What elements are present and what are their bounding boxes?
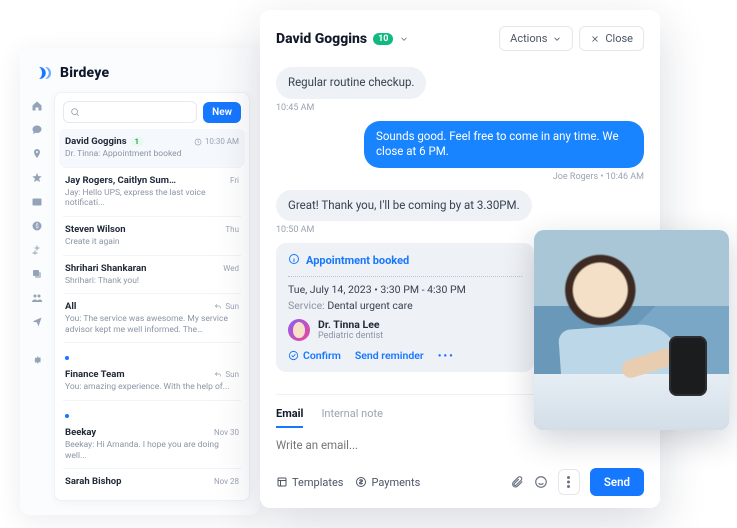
emoji-icon[interactable] xyxy=(534,475,548,489)
thread-meta: Sun xyxy=(214,370,239,379)
thread-item[interactable]: Finance Team Sun You: amazing experience… xyxy=(63,342,241,400)
service-value: Dental urgent care xyxy=(327,299,412,312)
appointment-title: Appointment booked xyxy=(306,254,409,267)
thread-item[interactable]: Steven Wilson Thu Create it again xyxy=(63,216,241,255)
thread-meta: Nov 30 xyxy=(214,428,239,437)
thread-item[interactable]: Sarah Bishop Nov 28 xyxy=(63,468,241,496)
nav-pin-icon[interactable] xyxy=(31,148,43,160)
doctor-avatar xyxy=(288,319,310,341)
tab-internal-note[interactable]: Internal note xyxy=(321,401,382,428)
chat-header: David Goggins 10 Actions Close xyxy=(276,26,644,51)
compose-more-icon[interactable] xyxy=(558,469,580,495)
more-icon[interactable]: ••• xyxy=(438,349,455,362)
tab-email[interactable]: Email xyxy=(276,401,303,428)
thread-name: Jay Rogers, Caitlyn Summer xyxy=(65,175,180,186)
thread-name: Beekay xyxy=(65,427,96,438)
info-icon xyxy=(288,253,300,268)
thread-preview: Dr. Tinna: Appointment booked xyxy=(65,149,239,160)
thread-meta: Wed xyxy=(223,264,239,273)
actions-label: Actions xyxy=(510,32,547,45)
thread-meta: 10:30 AM xyxy=(194,137,239,146)
message-in: Great! Thank you, I'll be coming by at 3… xyxy=(276,190,532,222)
close-button[interactable]: Close xyxy=(579,26,644,51)
chevron-down-icon[interactable] xyxy=(399,29,409,48)
hero-photo xyxy=(534,230,729,430)
compose-input[interactable] xyxy=(276,428,644,468)
service-label: Service: xyxy=(288,299,325,312)
thread-item[interactable]: Shrihari Shankaran Wed Shrihari: Thank y… xyxy=(63,255,241,294)
thread-meta: Nov 28 xyxy=(214,477,239,486)
nav-send-icon[interactable] xyxy=(31,316,43,328)
nav-copy-icon[interactable] xyxy=(31,268,43,280)
thread-name: David Goggins1 xyxy=(65,136,143,147)
nav-home-icon[interactable] xyxy=(31,100,43,112)
thread-preview: Beekay: Hi Amanda. I hope you are doing … xyxy=(65,440,239,461)
thread-name: Shrihari Shankaran xyxy=(65,263,146,274)
thread-name: Finance Team xyxy=(65,369,125,380)
thread-meta: Thu xyxy=(225,225,239,234)
search-input[interactable] xyxy=(63,101,197,123)
doctor-name: Dr. Tinna Lee xyxy=(318,318,383,331)
new-button[interactable]: New xyxy=(203,102,241,123)
inbox-panel: Birdeye $ New David Goggins1 xyxy=(20,48,260,515)
message-meta: Joe Rogers • 10:46 AM xyxy=(276,172,644,182)
appointment-card: Appointment booked Tue, July 14, 2023 • … xyxy=(276,243,534,372)
thread-item[interactable]: David Goggins1 10:30 AM Dr. Tinna: Appoi… xyxy=(59,129,245,167)
payments-button[interactable]: Payments xyxy=(355,476,420,489)
nav-settings-icon[interactable] xyxy=(31,354,43,366)
nav-inbox-icon[interactable] xyxy=(31,196,43,208)
brand: Birdeye xyxy=(20,62,260,92)
confirm-action[interactable]: Confirm xyxy=(288,349,341,362)
nav-money-icon[interactable]: $ xyxy=(31,220,43,232)
thread-item[interactable]: Jay Rogers, Caitlyn Summer Fri Jay: Hell… xyxy=(63,167,241,216)
send-button[interactable]: Send xyxy=(590,468,644,496)
nav-star-icon[interactable] xyxy=(31,172,43,184)
appointment-when: Tue, July 14, 2023 • 3:30 PM - 4:30 PM xyxy=(288,283,522,296)
thread-name: Sarah Bishop xyxy=(65,476,122,487)
brand-name: Birdeye xyxy=(60,65,109,81)
thread-preview: Shrihari: Thank you! xyxy=(65,276,239,287)
thread-name: All xyxy=(65,301,76,312)
message-in: Regular routine checkup. xyxy=(276,67,426,99)
thread-preview: Create it again xyxy=(65,237,239,248)
nav-messages-icon[interactable] xyxy=(31,124,43,136)
brand-logo-icon xyxy=(36,64,54,82)
thread-meta: Fri xyxy=(230,176,239,185)
thread-meta: Sun xyxy=(214,302,239,311)
divider xyxy=(288,276,522,277)
thread-name: Steven Wilson xyxy=(65,224,126,235)
templates-button[interactable]: Templates xyxy=(276,476,343,489)
attachment-icon[interactable] xyxy=(510,475,524,489)
thread-preview: You: amazing experience. With the help o… xyxy=(65,382,239,393)
nav-integrations-icon[interactable] xyxy=(31,244,43,256)
thread-preview: Jay: Hello UPS, express the last voice n… xyxy=(65,188,239,209)
message-out: Sounds good. Feel free to come in any ti… xyxy=(364,121,644,168)
close-label: Close xyxy=(605,32,633,45)
send-reminder-action[interactable]: Send reminder xyxy=(355,349,424,362)
thread-item[interactable]: Beekay Nov 30 Beekay: Hi Amanda. I hope … xyxy=(63,400,241,468)
doctor-role: Pediatric dentist xyxy=(318,331,383,341)
contact-badge: 10 xyxy=(373,33,393,45)
actions-button[interactable]: Actions xyxy=(499,26,573,51)
nav-contacts-icon[interactable] xyxy=(31,292,43,304)
nav-rail: $ xyxy=(20,92,54,501)
thread-item[interactable]: All Sun You: The service was awesome. My… xyxy=(63,293,241,342)
contact-name: David Goggins xyxy=(276,31,367,47)
timestamp: 10:45 AM xyxy=(276,103,644,113)
inbox-list: New David Goggins1 10:30 AM Dr. Tinna: A… xyxy=(54,92,250,501)
thread-preview: You: The service was awesome. My service… xyxy=(65,314,239,335)
unread-chip: 1 xyxy=(131,137,143,146)
